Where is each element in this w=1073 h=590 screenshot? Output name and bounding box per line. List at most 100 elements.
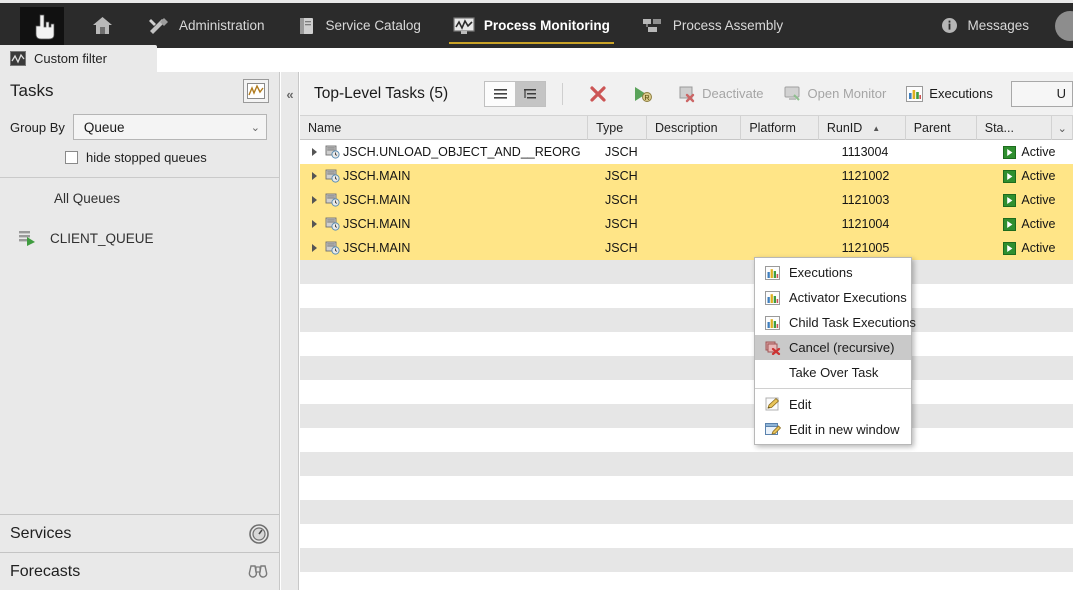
group-by-select[interactable]: Queue ⌄ (72, 114, 267, 140)
table-empty-row (300, 428, 1073, 452)
play-green-icon (1003, 193, 1017, 207)
sidebar-item-all-queues[interactable]: All Queues (0, 178, 279, 218)
bar-chart-icon (765, 265, 783, 280)
open-monitor-button[interactable]: Open Monitor (774, 79, 897, 109)
nav-item-process-monitoring-label: Process Monitoring (483, 18, 610, 33)
column-chooser-button[interactable]: ⌄ (1052, 116, 1073, 140)
triangle-right-icon[interactable] (312, 196, 317, 204)
table-header-type-label: Type (596, 121, 624, 135)
nav-item-home[interactable] (82, 3, 132, 48)
table-cell-runid: 1121004 (841, 217, 890, 231)
filter-input[interactable] (1011, 80, 1073, 107)
task-clock-icon (325, 217, 340, 231)
hand-logo-icon[interactable] (20, 6, 64, 45)
sidebar-section-forecasts[interactable]: Forecasts (0, 552, 279, 590)
task-name-label: JSCH.MAIN (343, 169, 411, 183)
cancel-x-icon (589, 85, 607, 103)
triangle-right-icon[interactable] (312, 244, 317, 252)
cancel-button[interactable] (579, 79, 623, 109)
table-header-name[interactable]: Name (300, 116, 589, 140)
executions-button[interactable]: Executions (896, 79, 1003, 109)
table-cell-parent (923, 140, 996, 164)
table-header-description[interactable]: Description (647, 116, 742, 140)
nav-item-process-monitoring[interactable]: Process Monitoring (437, 3, 626, 48)
table-cell-status: Active (995, 140, 1073, 164)
deactivate-icon (678, 85, 696, 103)
triangle-right-icon[interactable] (312, 148, 317, 156)
table-header-name-label: Name (308, 121, 342, 135)
nav-item-messages[interactable]: Messages (925, 3, 1045, 48)
binoculars-icon (247, 563, 269, 581)
table-cell-type: JSCH (605, 145, 638, 159)
sidebar-item-client-queue-label: CLIENT_QUEUE (50, 230, 154, 246)
table-row[interactable]: JSCH.MAIN JSCH 1121003 Active (300, 188, 1073, 212)
tab-custom-filter[interactable]: Custom filter (0, 45, 157, 72)
context-menu-item-edit-in-new-window[interactable]: Edit in new window (755, 417, 911, 442)
table-empty-row (300, 332, 1073, 356)
sidebar-item-client-queue[interactable]: CLIENT_QUEUE (0, 218, 279, 258)
play-green-icon (1003, 217, 1017, 231)
nav-item-service-catalog[interactable]: Service Catalog (281, 3, 437, 48)
page-title: Top-Level Tasks (5) (314, 84, 449, 102)
context-menu-item-take-over-task[interactable]: Take Over Task (755, 360, 911, 385)
queue-icon (18, 229, 42, 247)
context-menu-item-activator-executions[interactable]: Activator Executions (755, 285, 911, 310)
table-row[interactable]: JSCH.MAIN JSCH 1121004 Active (300, 212, 1073, 236)
chevron-down-icon: ⌄ (250, 121, 260, 134)
table-cell-type: JSCH (605, 193, 638, 207)
top-navigation-bar: Administration Service Catalog Process M… (0, 0, 1073, 48)
context-menu-item-edit[interactable]: Edit (755, 392, 911, 417)
status-badge: Active (1003, 145, 1055, 159)
task-clock-icon (325, 241, 340, 255)
edit-window-icon (765, 422, 783, 437)
triangle-right-icon[interactable] (312, 172, 317, 180)
nav-item-administration[interactable]: Administration (132, 3, 281, 48)
table-empty-row (300, 524, 1073, 548)
task-clock-icon (325, 145, 340, 159)
sidebar-section-forecasts-label: Forecasts (10, 562, 81, 580)
context-menu-separator (755, 388, 911, 389)
sidebar-section-services[interactable]: Services (0, 514, 279, 552)
context-menu-item-label: Executions (789, 265, 853, 280)
table-cell-name: JSCH.UNLOAD_OBJECT_AND__REORG (300, 140, 597, 164)
table-header-parent[interactable]: Parent (906, 116, 977, 140)
table-cell-name: JSCH.MAIN (300, 236, 597, 260)
table-empty-row (300, 572, 1073, 590)
table-empty-row (300, 452, 1073, 476)
table-header-status[interactable]: Sta... (977, 116, 1053, 140)
tab-custom-filter-label: Custom filter (34, 51, 107, 66)
cancel-task-icon (765, 341, 783, 355)
table-row[interactable]: JSCH.MAIN JSCH 1121005 Active (300, 236, 1073, 260)
table-header-platform[interactable]: Platform (741, 116, 819, 140)
table-cell-name: JSCH.MAIN (300, 164, 597, 188)
table-empty-row (300, 260, 1073, 284)
hide-stopped-queues-checkbox[interactable] (65, 151, 78, 164)
status-badge: Active (1003, 169, 1055, 183)
table-row[interactable]: JSCH.UNLOAD_OBJECT_AND__REORG JSCH 1113004… (300, 140, 1073, 164)
chevron-double-left-icon[interactable]: « (281, 87, 298, 102)
nav-item-process-assembly[interactable]: Process Assembly (626, 3, 799, 48)
context-menu-item-cancel-recursive[interactable]: Cancel (recursive) (755, 335, 911, 360)
triangle-right-icon[interactable] (312, 220, 317, 228)
table-header-type[interactable]: Type (588, 116, 647, 140)
table-row[interactable]: JSCH.MAIN JSCH 1121002 Active (300, 164, 1073, 188)
table-cell-status: Active (995, 212, 1073, 236)
user-avatar[interactable] (1055, 10, 1073, 41)
sidebar-collapse-gutter[interactable]: « (281, 72, 299, 590)
table-empty-row (300, 284, 1073, 308)
context-menu-item-label: Activator Executions (789, 290, 907, 305)
table-header-platform-label: Platform (749, 121, 796, 135)
hide-stopped-queues-row[interactable]: hide stopped queues (0, 140, 279, 165)
custom-filter-icon (10, 51, 26, 66)
tree-view-icon[interactable] (515, 81, 546, 106)
context-menu-item-child-task-executions[interactable]: Child Task Executions (755, 310, 916, 335)
task-clock-icon (325, 169, 340, 183)
deactivate-button[interactable]: Deactivate (668, 79, 773, 109)
table-cell-parent (923, 236, 996, 260)
list-view-icon[interactable] (485, 81, 516, 106)
table-header-runid[interactable]: RunID ▲ (819, 116, 906, 140)
tools-icon (148, 16, 170, 36)
context-menu-item-executions[interactable]: Executions (755, 260, 911, 285)
chart-icon[interactable] (243, 79, 269, 103)
restart-button[interactable]: R (623, 79, 668, 109)
